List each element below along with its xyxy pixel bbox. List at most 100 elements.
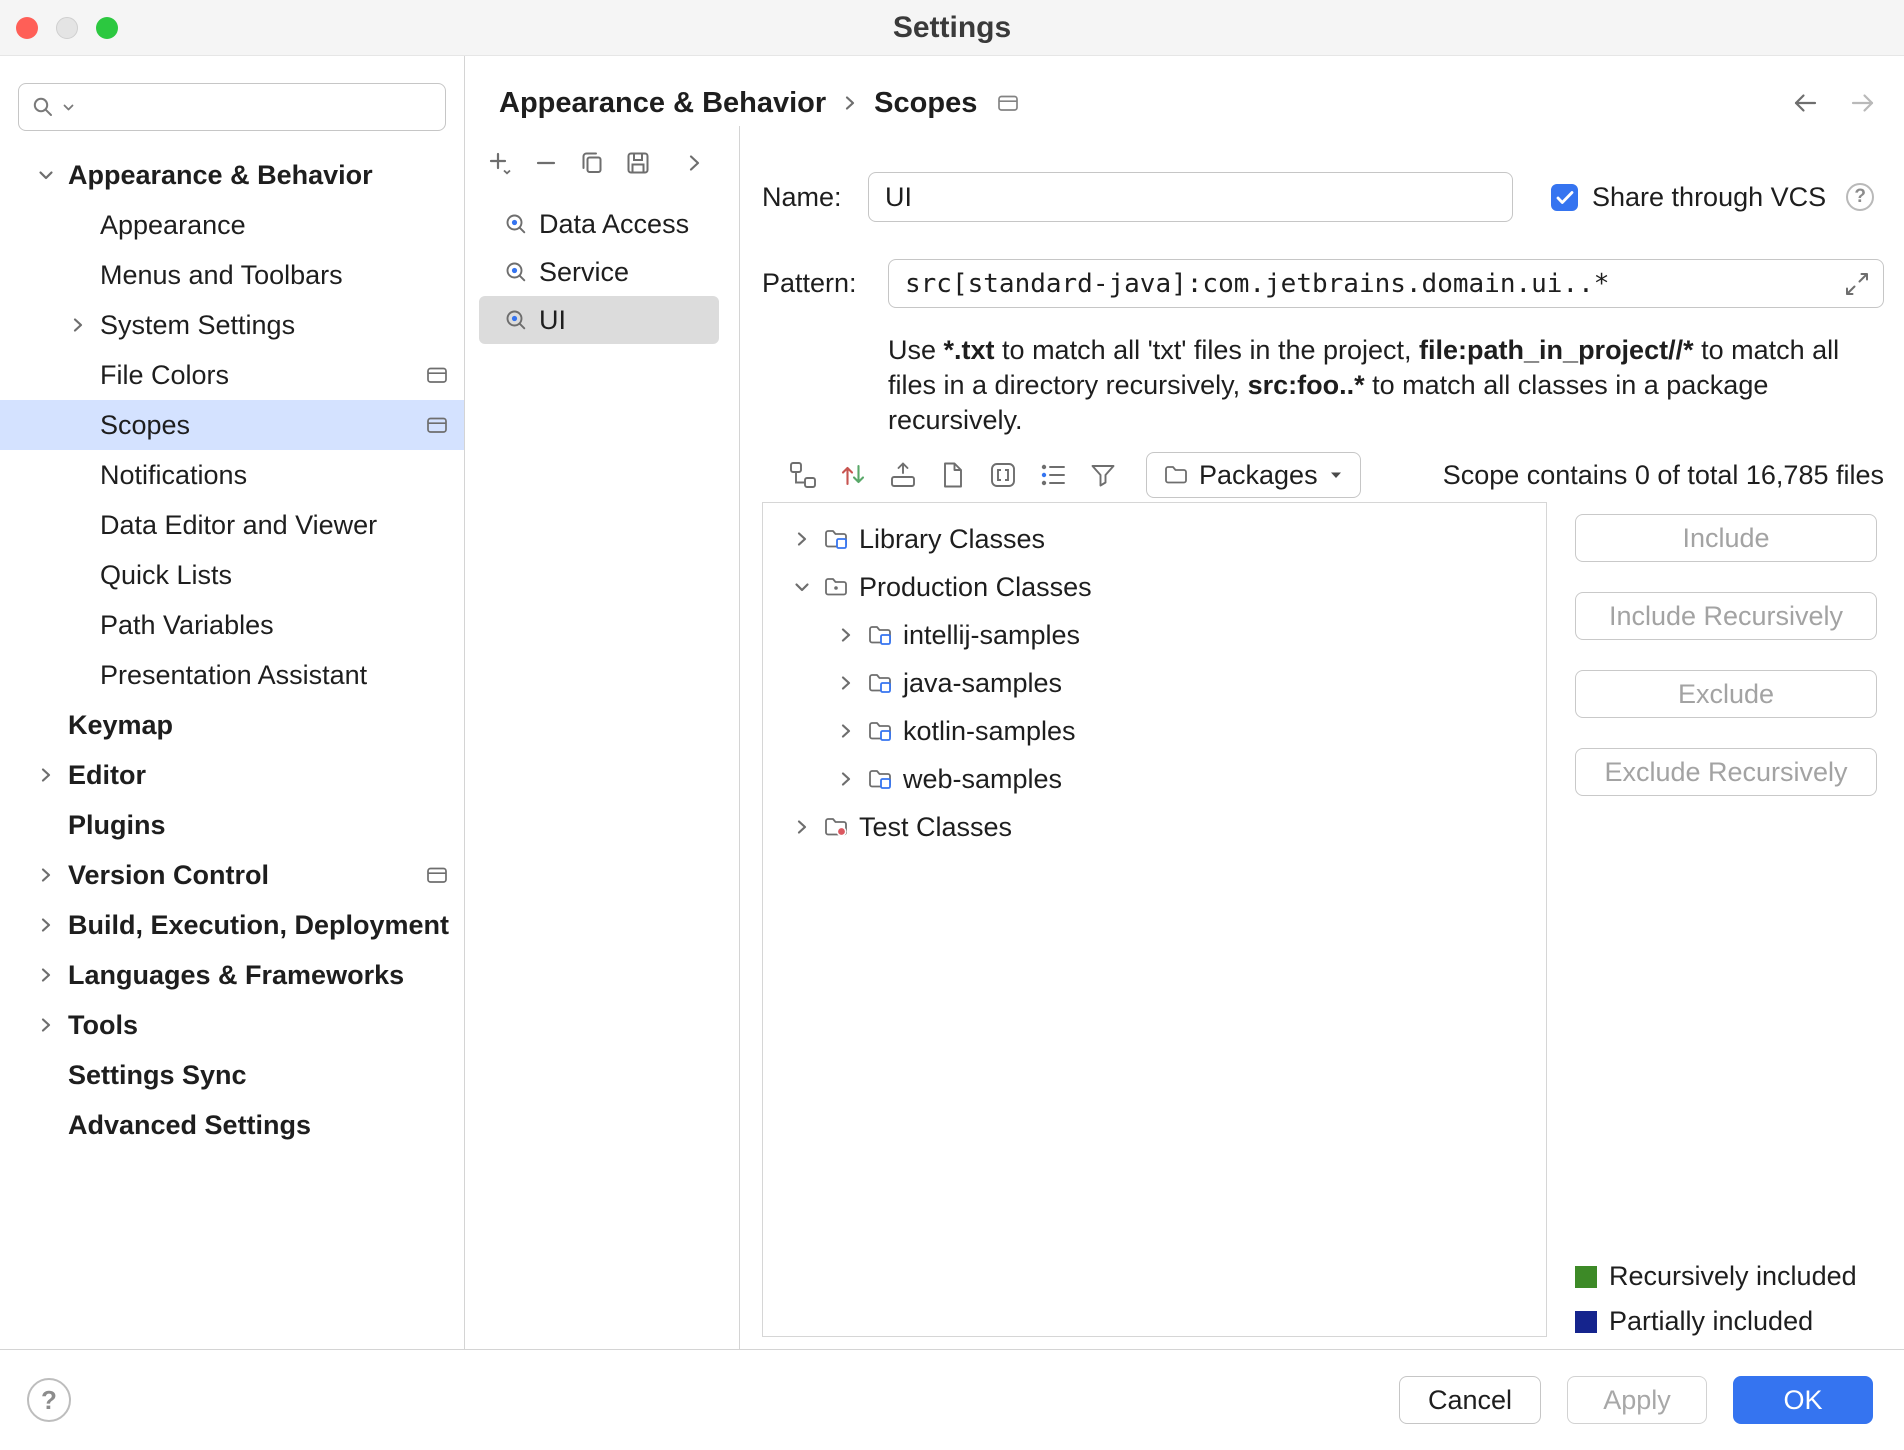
add-button[interactable]	[481, 144, 519, 182]
folder-package-icon	[867, 718, 893, 744]
settings-badge-icon	[426, 415, 448, 435]
apply-button[interactable]: Apply	[1567, 1376, 1707, 1424]
chevron-right-icon[interactable]	[833, 769, 859, 789]
scope-summary: Scope contains 0 of total 16,785 files	[1443, 460, 1884, 491]
sidebar-item-file-colors[interactable]: File Colors	[0, 350, 464, 400]
sidebar-item-quick-lists[interactable]: Quick Lists	[0, 550, 464, 600]
sidebar-item-path-variables[interactable]: Path Variables	[0, 600, 464, 650]
scope-name-row: Name: Share through VCS ?	[762, 172, 1884, 222]
chevron-down-icon	[36, 165, 56, 185]
save-button[interactable]	[619, 144, 657, 182]
chevron-right-icon[interactable]	[833, 673, 859, 693]
chevron-right-icon[interactable]	[789, 529, 815, 549]
sidebar-item-keymap[interactable]: Keymap	[0, 700, 464, 750]
settings-search-input[interactable]	[82, 92, 433, 123]
folder-icon	[1163, 462, 1189, 488]
compact-packages-icon	[838, 460, 868, 490]
scope-item-service[interactable]: Service	[479, 248, 719, 296]
group-by-modules-button[interactable]	[782, 454, 824, 496]
chevron-right-icon	[36, 965, 56, 985]
sidebar-item-presentation-assistant[interactable]: Presentation Assistant	[0, 650, 464, 700]
close-window-button[interactable]	[16, 17, 38, 39]
scope-item-ui[interactable]: UI	[479, 296, 719, 344]
search-history-chevron-icon[interactable]	[62, 101, 75, 114]
vcs-help-icon[interactable]: ?	[1846, 183, 1874, 211]
chevron-down-icon[interactable]	[789, 577, 815, 597]
tree-node-label: Test Classes	[859, 812, 1012, 843]
sidebar-item-languages-frameworks[interactable]: Languages & Frameworks	[0, 950, 464, 1000]
remove-button[interactable]	[527, 144, 565, 182]
packages-view-dropdown[interactable]: Packages	[1146, 452, 1361, 498]
folder-package-icon	[867, 622, 893, 648]
exclude-recursively-button[interactable]: Exclude Recursively	[1575, 748, 1877, 796]
settings-search[interactable]	[18, 83, 446, 131]
copy-button[interactable]	[573, 144, 611, 182]
more-button[interactable]	[675, 144, 713, 182]
scope-icon	[503, 211, 529, 237]
sidebar-item-label: Advanced Settings	[68, 1110, 311, 1141]
show-scope-frame-button[interactable]	[982, 454, 1024, 496]
scope-name-input[interactable]	[868, 172, 1513, 222]
sidebar-item-data-editor-and-viewer[interactable]: Data Editor and Viewer	[0, 500, 464, 550]
minimize-window-button[interactable]	[56, 17, 78, 39]
sidebar-item-tools[interactable]: Tools	[0, 1000, 464, 1050]
scopes-page: Data AccessServiceUI Name: Share through…	[465, 126, 1904, 1349]
tree-node-test-classes[interactable]: Test Classes	[763, 803, 1546, 851]
sidebar-item-version-control[interactable]: Version Control	[0, 850, 464, 900]
chevron-right-icon	[36, 1015, 56, 1035]
sidebar-item-editor[interactable]: Editor	[0, 750, 464, 800]
sidebar-item-menus-and-toolbars[interactable]: Menus and Toolbars	[0, 250, 464, 300]
share-vcs-checkbox[interactable]	[1551, 184, 1578, 211]
remove-icon	[532, 149, 560, 177]
sidebar-item-label: Notifications	[100, 460, 247, 491]
exclude-button[interactable]: Exclude	[1575, 670, 1877, 718]
flatten-packages-button[interactable]	[882, 454, 924, 496]
sidebar-item-scopes[interactable]: Scopes	[0, 400, 464, 450]
sidebar-item-build-execution-deployment[interactable]: Build, Execution, Deployment	[0, 900, 464, 950]
tree-node-kotlin-samples[interactable]: kotlin-samples	[763, 707, 1546, 755]
sidebar-item-settings-sync[interactable]: Settings Sync	[0, 1050, 464, 1100]
sidebar-item-advanced-settings[interactable]: Advanced Settings	[0, 1100, 464, 1150]
sidebar-item-label: Tools	[68, 1010, 138, 1041]
pattern-label: Pattern:	[762, 268, 888, 299]
cancel-button[interactable]: Cancel	[1399, 1376, 1541, 1424]
sidebar-item-system-settings[interactable]: System Settings	[0, 300, 464, 350]
forward-arrow-icon[interactable]	[1848, 88, 1878, 118]
sidebar-item-notifications[interactable]: Notifications	[0, 450, 464, 500]
scope-item-data-access[interactable]: Data Access	[479, 200, 719, 248]
zoom-window-button[interactable]	[96, 17, 118, 39]
show-files-icon	[938, 460, 968, 490]
pattern-help-segment: src:foo..*	[1248, 370, 1365, 400]
tree-node-java-samples[interactable]: java-samples	[763, 659, 1546, 707]
scope-icon	[503, 259, 529, 285]
expand-pattern-icon[interactable]	[1842, 269, 1872, 299]
breadcrumb-item-appearance-behavior[interactable]: Appearance & Behavior	[499, 87, 826, 120]
tree-node-intellij-samples[interactable]: intellij-samples	[763, 611, 1546, 659]
settings-nav: Appearance & BehaviorAppearanceMenus and…	[0, 150, 464, 1150]
share-vcs-label: Share through VCS	[1592, 182, 1826, 213]
tree-node-library-classes[interactable]: Library Classes	[763, 515, 1546, 563]
group-by-modules-icon	[788, 460, 818, 490]
help-button[interactable]: ?	[27, 1378, 71, 1422]
include-recursively-button[interactable]: Include Recursively	[1575, 592, 1877, 640]
compact-packages-button[interactable]	[832, 454, 874, 496]
tree-node-web-samples[interactable]: web-samples	[763, 755, 1546, 803]
filter-button[interactable]	[1082, 454, 1124, 496]
show-tree-structure-button[interactable]	[1032, 454, 1074, 496]
back-arrow-icon[interactable]	[1790, 88, 1820, 118]
chevron-right-icon[interactable]	[789, 817, 815, 837]
flatten-packages-icon	[888, 460, 918, 490]
sidebar-item-label: Scopes	[100, 410, 190, 441]
chevron-right-icon[interactable]	[833, 625, 859, 645]
show-files-button[interactable]	[932, 454, 974, 496]
scope-pattern-input[interactable]	[888, 259, 1884, 308]
breadcrumb-item-scopes: Scopes	[874, 87, 977, 120]
sidebar-item-appearance[interactable]: Appearance	[0, 200, 464, 250]
tree-node-production-classes[interactable]: Production Classes	[763, 563, 1546, 611]
sidebar-item-appearance-behavior[interactable]: Appearance & Behavior	[0, 150, 464, 200]
ok-button[interactable]: OK	[1733, 1376, 1873, 1424]
include-button[interactable]: Include	[1575, 514, 1877, 562]
chevron-right-icon[interactable]	[833, 721, 859, 741]
chevron-slot	[68, 315, 100, 335]
sidebar-item-plugins[interactable]: Plugins	[0, 800, 464, 850]
